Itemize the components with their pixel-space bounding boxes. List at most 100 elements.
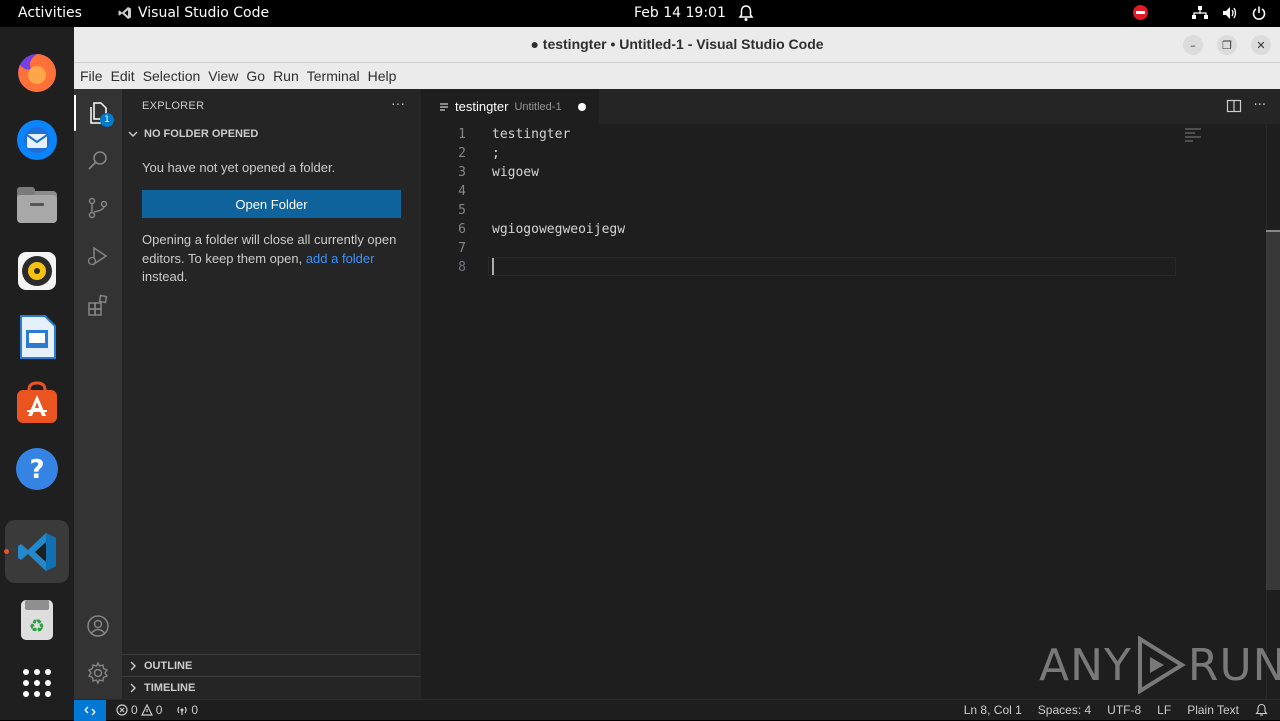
extensions-icon[interactable] bbox=[86, 293, 110, 317]
rhythmbox-icon[interactable] bbox=[14, 248, 60, 294]
vertical-scrollbar[interactable] bbox=[1266, 124, 1280, 699]
code-line: 6 wgiogowegweoijegw bbox=[421, 220, 1221, 239]
code-line: 4 bbox=[421, 182, 1221, 201]
code-line: 7 bbox=[421, 239, 1221, 258]
svg-text:♻: ♻ bbox=[29, 616, 45, 637]
warning-icon bbox=[140, 704, 153, 716]
language-mode[interactable]: Plain Text bbox=[1187, 703, 1239, 717]
app-center-icon[interactable] bbox=[14, 380, 60, 426]
timeline-label: TIMELINE bbox=[144, 682, 196, 694]
active-view-indicator bbox=[74, 95, 76, 131]
outline-label: OUTLINE bbox=[144, 660, 193, 672]
activity-bar: 1 bbox=[74, 89, 122, 699]
timeline-header: TIMELINE bbox=[128, 682, 195, 694]
editor-tabs: testingter Untitled-1 ··· bbox=[421, 89, 1280, 124]
editor-tab[interactable]: testingter Untitled-1 bbox=[421, 89, 599, 124]
menu-bar: File Edit Selection View Go Run Terminal… bbox=[74, 63, 1280, 89]
search-icon[interactable] bbox=[86, 148, 110, 172]
note-suffix: instead. bbox=[142, 269, 188, 284]
code-line: 2; bbox=[421, 144, 1221, 163]
status-bar: 0 0 0 Ln 8, Col 1 Spaces: 4 UTF-8 LF Pla… bbox=[74, 699, 1280, 721]
firefox-icon[interactable] bbox=[14, 50, 60, 96]
menu-selection[interactable]: Selection bbox=[143, 68, 207, 84]
menu-go[interactable]: Go bbox=[246, 68, 271, 84]
line-text: wgiogowegweoijegw bbox=[492, 222, 626, 237]
line-number: 6 bbox=[458, 222, 466, 237]
outline-section[interactable]: OUTLINE bbox=[122, 654, 421, 676]
editor-more-icon[interactable]: ··· bbox=[1254, 98, 1266, 114]
editor-area: testingter Untitled-1 ··· 1 testingter 2;… bbox=[421, 89, 1280, 699]
line-number: 5 bbox=[458, 203, 466, 218]
dock: ? ♻ bbox=[0, 27, 74, 720]
accounts-icon[interactable] bbox=[86, 614, 110, 638]
libreoffice-impress-icon[interactable] bbox=[14, 314, 60, 360]
tab-description: Untitled-1 bbox=[514, 100, 562, 113]
split-editor-icon[interactable] bbox=[1226, 98, 1242, 114]
code-line: 3 wigoew bbox=[421, 163, 1221, 182]
cursor-position-marker bbox=[1266, 230, 1280, 232]
line-number: 2 bbox=[458, 146, 466, 161]
notifications-bell-icon[interactable] bbox=[1255, 703, 1268, 717]
source-control-icon[interactable] bbox=[86, 196, 110, 220]
problems-indicator[interactable]: 0 0 bbox=[116, 703, 162, 717]
clock[interactable]: Feb 14 19:01 bbox=[634, 5, 726, 21]
status-right: Ln 8, Col 1 Spaces: 4 UTF-8 LF Plain Tex… bbox=[964, 703, 1268, 717]
editor-actions: ··· bbox=[1226, 98, 1266, 114]
line-number: 4 bbox=[458, 184, 466, 199]
ports-indicator[interactable]: 0 bbox=[176, 703, 198, 717]
menu-terminal[interactable]: Terminal bbox=[307, 68, 366, 84]
minimap-icon[interactable] bbox=[1184, 128, 1202, 146]
chevron-right-icon bbox=[130, 683, 136, 693]
menu-file[interactable]: File bbox=[80, 68, 109, 84]
settings-gear-icon[interactable] bbox=[86, 661, 110, 685]
system-top-bar: Activities Visual Studio Code Feb 14 19:… bbox=[0, 0, 1280, 27]
activities-button[interactable]: Activities bbox=[18, 5, 82, 21]
cursor-position[interactable]: Ln 8, Col 1 bbox=[964, 703, 1022, 717]
encoding[interactable]: UTF-8 bbox=[1107, 703, 1141, 717]
explorer-icon[interactable]: 1 bbox=[86, 101, 114, 127]
close-button[interactable]: ✕ bbox=[1251, 35, 1271, 55]
menu-help[interactable]: Help bbox=[368, 68, 403, 84]
no-folder-message: You have not yet opened a folder. bbox=[142, 160, 336, 175]
open-folder-note: Opening a folder will close all currentl… bbox=[142, 231, 402, 287]
chevron-down-icon bbox=[128, 131, 138, 137]
section-title: NO FOLDER OPENED bbox=[144, 128, 259, 140]
system-tray[interactable] bbox=[1133, 5, 1266, 20]
code-editor[interactable]: 1 testingter 2; 3 wigoew 4 5 6 wgiogowegweo… bbox=[421, 124, 1280, 699]
remote-indicator-icon[interactable] bbox=[74, 700, 106, 721]
do-not-disturb-icon bbox=[1133, 5, 1148, 20]
unsaved-dot-icon[interactable] bbox=[577, 102, 586, 111]
minimize-button[interactable]: – bbox=[1183, 35, 1203, 55]
ports-count: 0 bbox=[191, 703, 199, 717]
no-folder-section-header[interactable]: NO FOLDER OPENED bbox=[128, 128, 258, 140]
scrollbar-thumb[interactable] bbox=[1266, 230, 1280, 590]
status-left: 0 0 0 bbox=[116, 703, 198, 717]
anyrun-watermark: ANY RUN bbox=[1039, 635, 1280, 695]
run-debug-icon[interactable] bbox=[86, 244, 110, 268]
line-text: testingter bbox=[492, 127, 571, 142]
show-apps-icon[interactable] bbox=[14, 660, 60, 706]
add-folder-link[interactable]: add a folder bbox=[306, 251, 375, 266]
timeline-section[interactable]: TIMELINE bbox=[122, 676, 421, 698]
menu-edit[interactable]: Edit bbox=[111, 68, 141, 84]
thunderbird-icon[interactable] bbox=[14, 116, 60, 162]
vscode-icon[interactable] bbox=[14, 529, 60, 575]
more-actions-icon[interactable]: ··· bbox=[391, 95, 405, 111]
outline-header: OUTLINE bbox=[128, 660, 192, 672]
title-bar: ● testingter • Untitled-1 - Visual Studi… bbox=[74, 27, 1280, 63]
menu-view[interactable]: View bbox=[208, 68, 244, 84]
volume-icon bbox=[1223, 6, 1237, 19]
power-icon bbox=[1252, 6, 1266, 20]
running-indicator bbox=[4, 549, 9, 554]
help-icon[interactable]: ? bbox=[14, 446, 60, 492]
indentation[interactable]: Spaces: 4 bbox=[1038, 703, 1091, 717]
maximize-button[interactable]: ❐ bbox=[1217, 35, 1237, 55]
open-folder-button[interactable]: Open Folder bbox=[142, 190, 401, 218]
app-menu[interactable]: Visual Studio Code bbox=[118, 5, 269, 21]
trash-icon[interactable]: ♻ bbox=[14, 596, 60, 642]
plain-text-file-icon bbox=[440, 102, 448, 111]
menu-run[interactable]: Run bbox=[273, 68, 305, 84]
end-of-line[interactable]: LF bbox=[1157, 703, 1171, 717]
files-icon[interactable] bbox=[14, 182, 60, 228]
code-line: 5 bbox=[421, 201, 1221, 220]
